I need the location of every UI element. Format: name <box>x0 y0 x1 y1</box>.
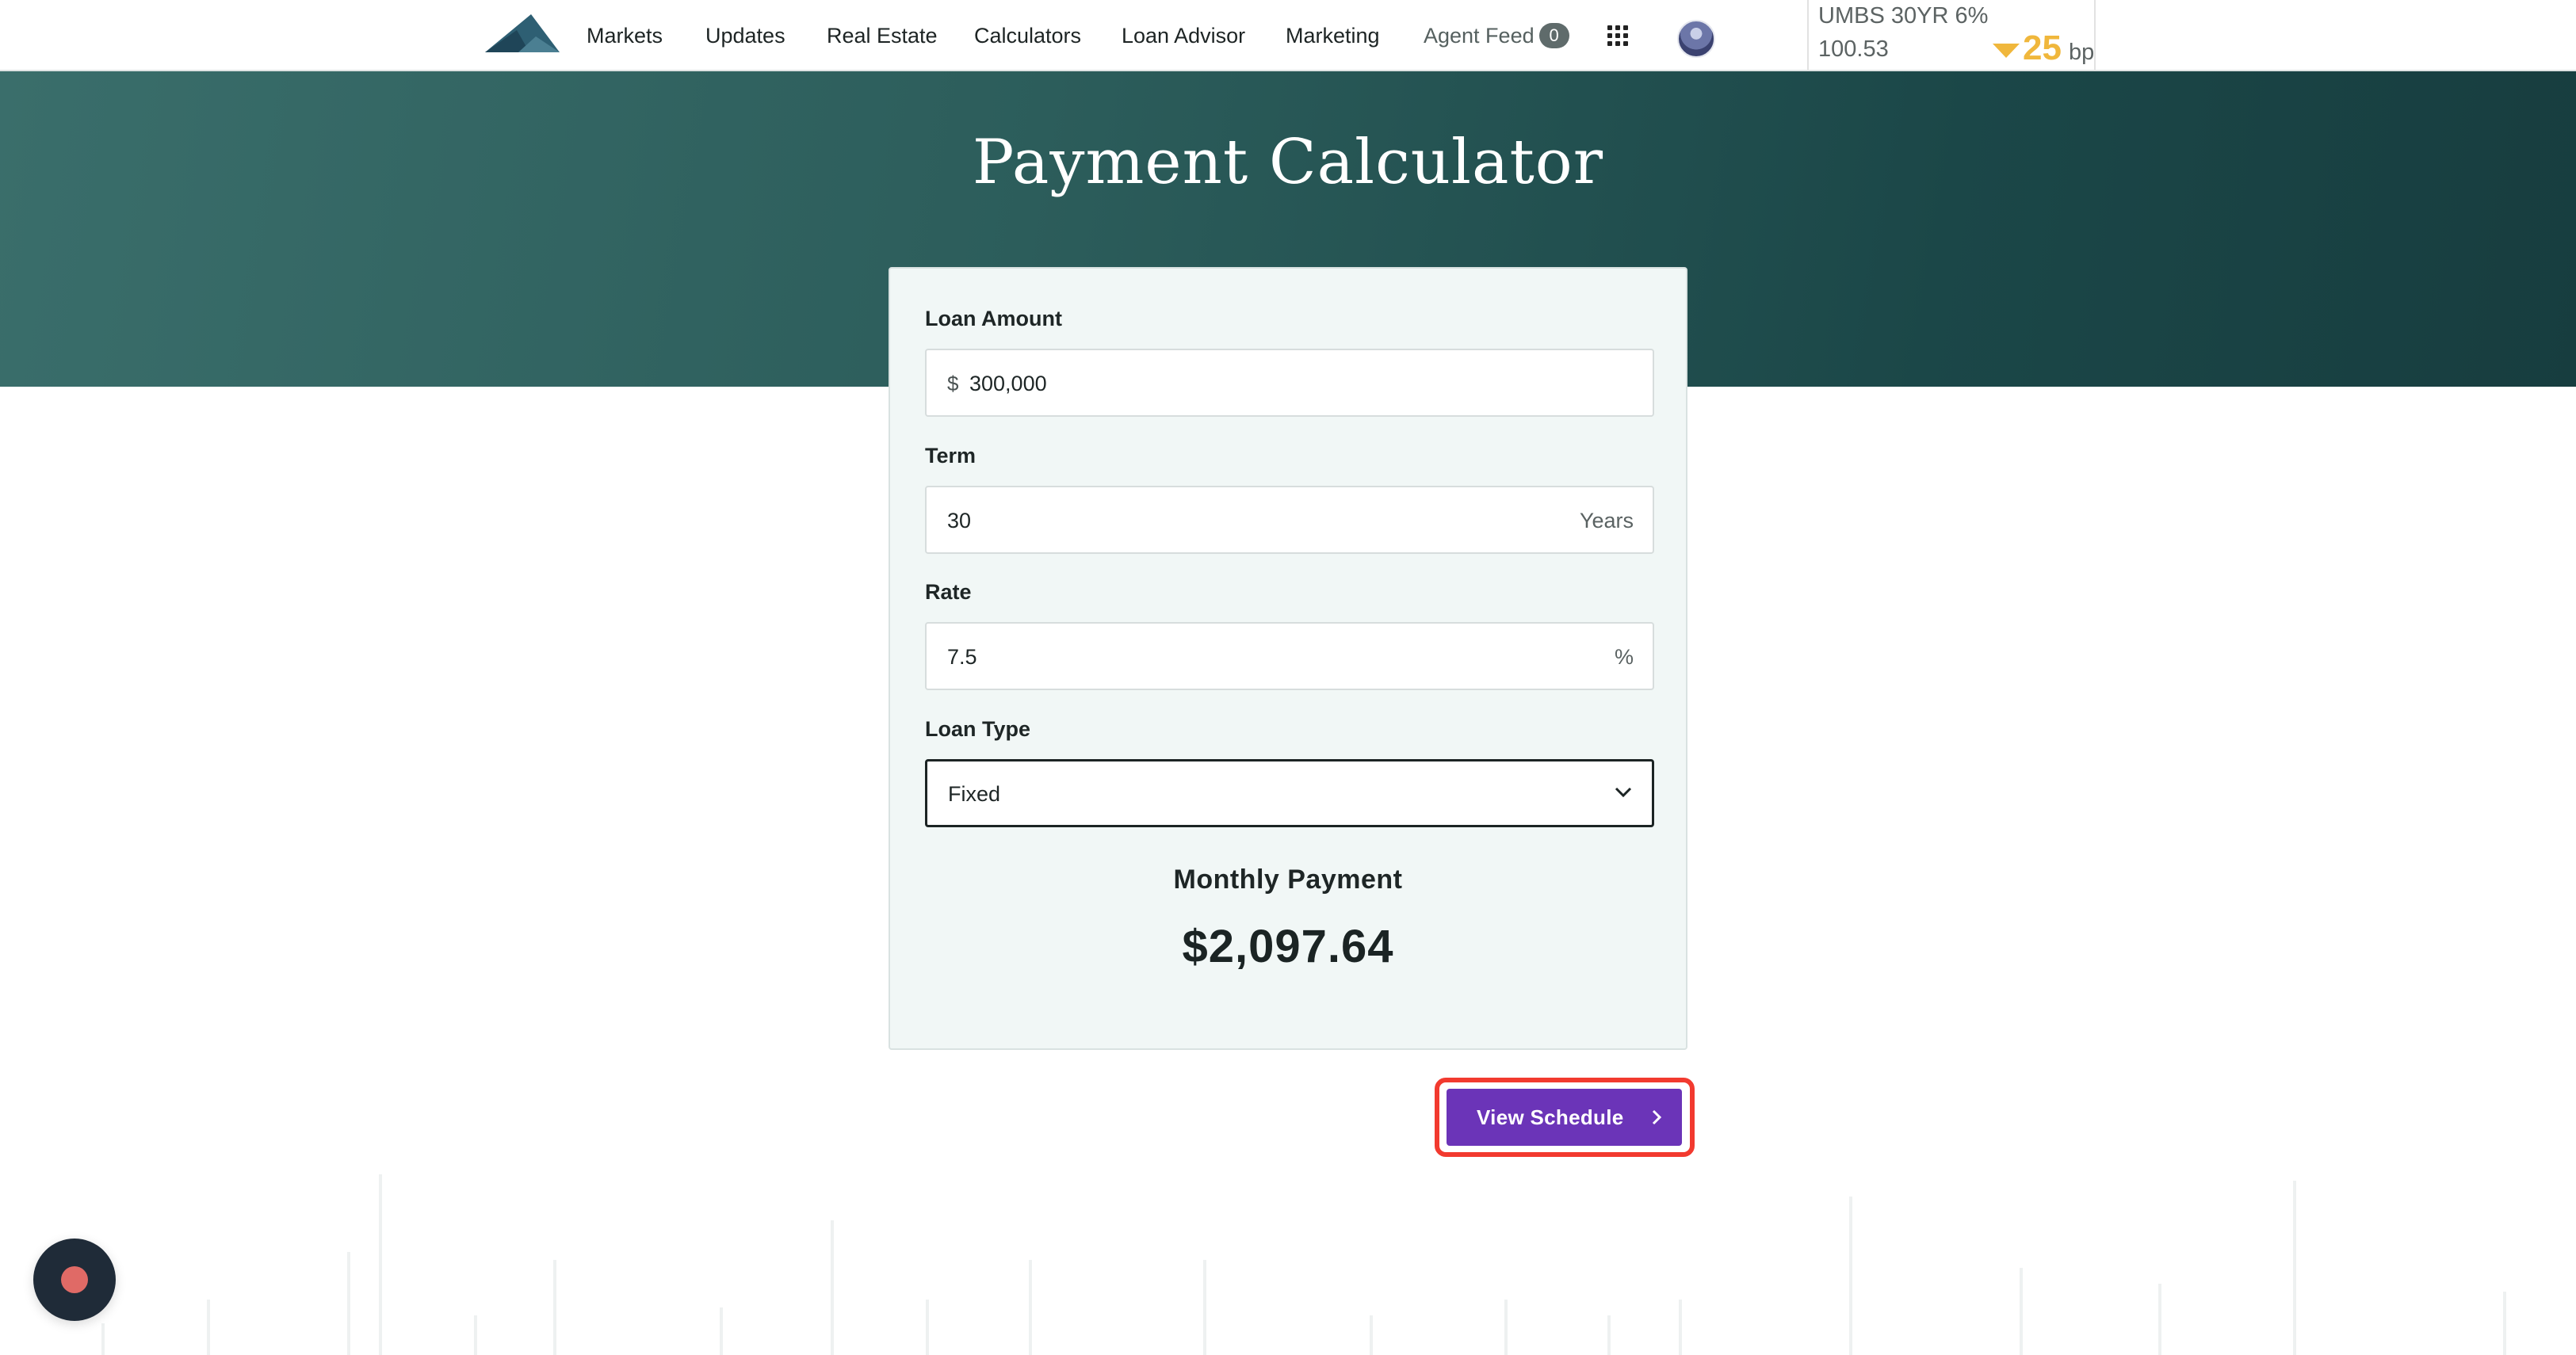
chevron-right-icon <box>1652 1109 1662 1125</box>
chat-status-dot-icon <box>61 1266 88 1293</box>
nav-agent-feed[interactable]: Agent Feed 0 <box>1424 17 1569 54</box>
page-title: Payment Calculator <box>972 127 1604 198</box>
down-arrow-icon <box>1993 44 2020 58</box>
dollar-prefix: $ <box>947 372 959 395</box>
nav-updates[interactable]: Updates <box>705 17 785 54</box>
nav-marketing[interactable]: Marketing <box>1286 17 1380 54</box>
monthly-payment-label: Monthly Payment <box>1173 865 1403 895</box>
loan-amount-value: 300,000 <box>969 372 1047 395</box>
agent-feed-label: Agent Feed <box>1424 24 1535 48</box>
mountain-logo[interactable] <box>485 13 560 54</box>
market-ticker[interactable]: UMBS 30YR 6% 100.53 25 bp <box>1807 0 2096 71</box>
agent-feed-count-badge: 0 <box>1538 22 1569 48</box>
term-value: 30 <box>947 509 972 532</box>
term-unit: Years <box>1579 509 1634 532</box>
percent-unit: % <box>1614 645 1634 669</box>
background-bar-decoration <box>101 1174 2506 1355</box>
ticker-label: UMBS 30YR 6% <box>1818 3 1989 29</box>
apps-grid-icon[interactable] <box>1607 25 1628 46</box>
rate-value: 7.5 <box>947 645 977 669</box>
nav-markets[interactable]: Markets <box>587 17 663 54</box>
nav-calculators[interactable]: Calculators <box>974 17 1081 54</box>
loan-type-value: Fixed <box>948 782 1001 806</box>
top-navigation: Markets Updates Real Estate Calculators … <box>0 0 2576 71</box>
term-input[interactable]: 30 Years <box>925 486 1654 554</box>
loan-type-label: Loan Type <box>925 717 1031 741</box>
chat-launcher-button[interactable] <box>33 1239 116 1321</box>
avatar[interactable] <box>1677 20 1715 58</box>
view-schedule-label: View Schedule <box>1477 1105 1624 1129</box>
nav-real-estate[interactable]: Real Estate <box>827 17 938 54</box>
view-schedule-button[interactable]: View Schedule <box>1447 1089 1682 1146</box>
loan-amount-input[interactable]: $ 300,000 <box>925 349 1654 417</box>
term-label: Term <box>925 444 977 468</box>
ticker-unit: bp <box>2069 40 2095 65</box>
chevron-down-icon <box>1615 787 1632 798</box>
ticker-change: 25 <box>2023 29 2062 67</box>
payment-calculator-card: Loan Amount $ 300,000 Term 30 Years Rate… <box>889 267 1687 1050</box>
rate-input[interactable]: 7.5 % <box>925 622 1654 690</box>
rate-label: Rate <box>925 580 972 604</box>
nav-loan-advisor[interactable]: Loan Advisor <box>1122 17 1245 54</box>
ticker-price: 100.53 <box>1818 36 1889 62</box>
loan-type-select[interactable]: Fixed <box>925 759 1654 827</box>
monthly-payment-value: $2,097.64 <box>1182 921 1394 972</box>
loan-amount-label: Loan Amount <box>925 307 1062 330</box>
